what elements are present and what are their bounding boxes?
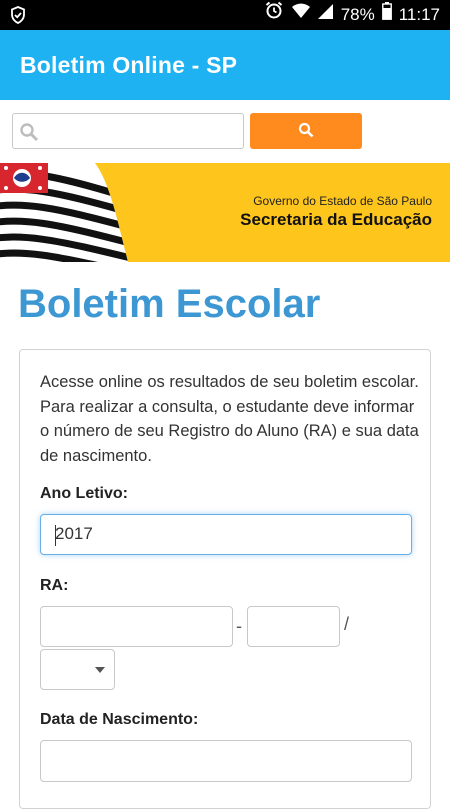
secretariat-label: Secretaria da Educação [240, 210, 432, 229]
ra-dash-separator: - [236, 616, 242, 636]
search-input[interactable] [12, 113, 244, 149]
clock: 11:17 [398, 5, 440, 24]
intro-text: Acesse online os resultados de seu bolet… [40, 373, 419, 465]
ra-digit-input[interactable] [247, 606, 340, 647]
ra-number-input[interactable] [40, 606, 233, 647]
signal-icon [317, 0, 334, 30]
app-title: Boletim Online - SP [20, 52, 238, 78]
government-banner: Governo do Estado de São Paulo Secretari… [0, 163, 450, 262]
ra-label: RA: [40, 577, 69, 594]
app-bar: Boletim Online - SP [0, 30, 450, 100]
search-icon [19, 122, 39, 147]
form-card: Acesse online os resultados de seu bolet… [19, 349, 431, 809]
ano-letivo-value: 2017 [55, 524, 93, 543]
sao-paulo-flag-logo [0, 163, 128, 262]
page-title: Boletim Escolar [18, 282, 321, 326]
search-button[interactable] [250, 113, 362, 149]
wifi-icon [291, 0, 311, 30]
battery-level: 78% [340, 5, 375, 24]
alarm-icon [264, 0, 284, 30]
data-nascimento-input[interactable] [40, 740, 412, 782]
battery-icon [381, 0, 392, 30]
government-label: Governo do Estado de São Paulo [253, 194, 432, 208]
ra-slash-separator: / [344, 614, 350, 634]
ra-uf-select[interactable] [40, 649, 115, 690]
data-nascimento-label: Data de Nascimento: [40, 711, 199, 728]
status-bar: 78% 11:17 [0, 0, 450, 30]
search-icon [298, 122, 314, 143]
ano-letivo-input[interactable]: 2017 [40, 514, 412, 555]
ano-letivo-label: Ano Letivo: [40, 485, 128, 502]
chevron-down-icon [95, 667, 105, 673]
shield-icon [10, 6, 26, 24]
